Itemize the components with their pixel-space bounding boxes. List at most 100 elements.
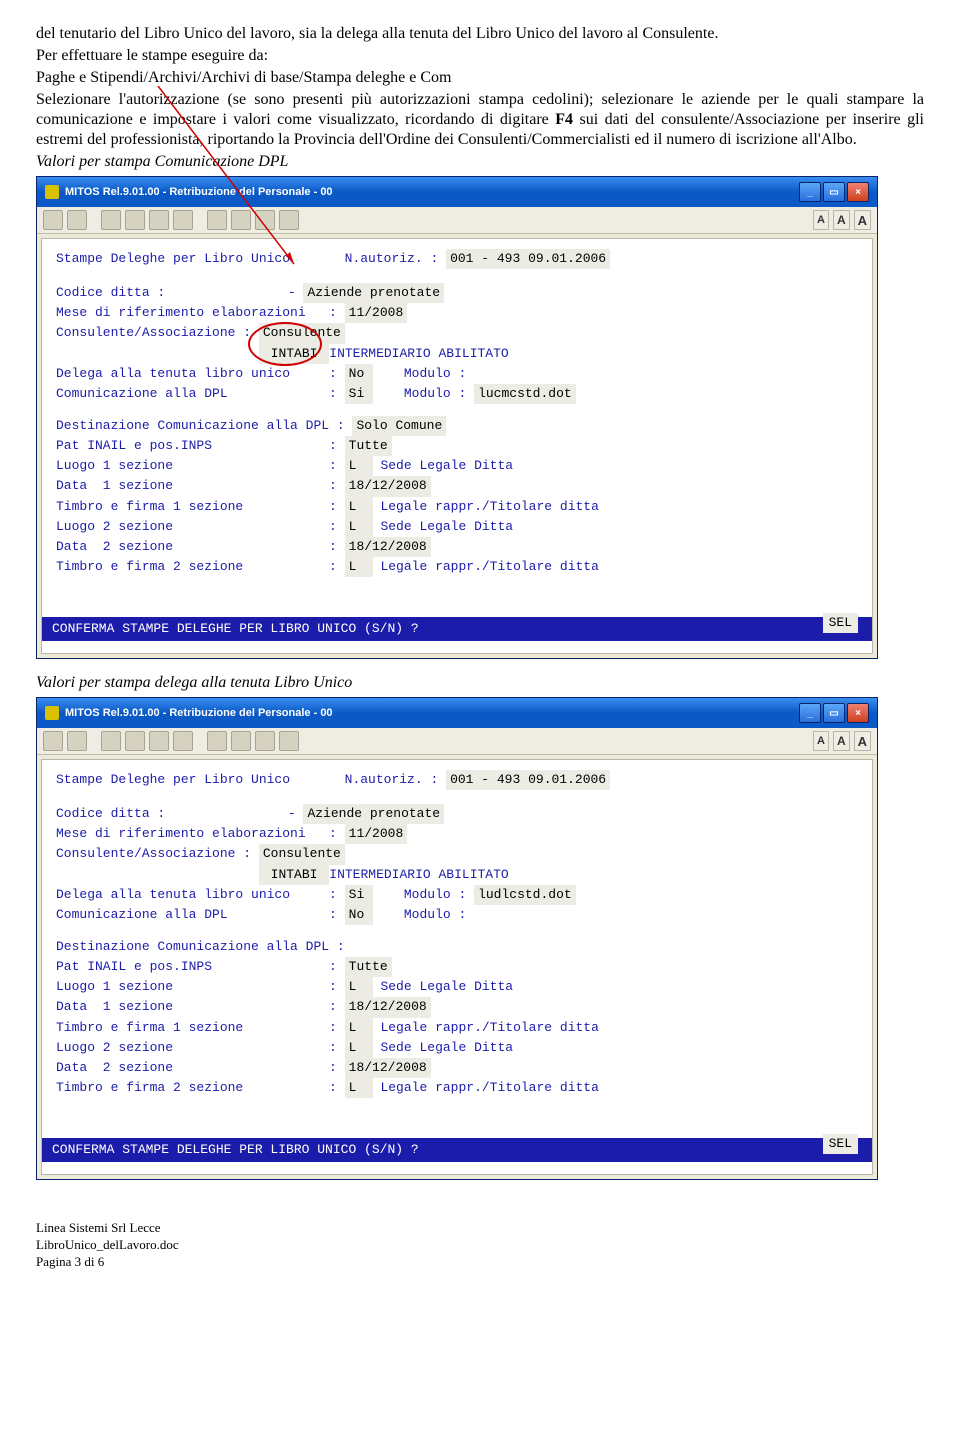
font-size-a[interactable]: A [833, 731, 850, 751]
autoriz-value[interactable]: 001 - 493 09.01.2006 [446, 770, 610, 790]
com-dpl-modulo[interactable]: lucmcstd.dot [474, 384, 576, 404]
toolbar-icon[interactable] [173, 210, 193, 230]
sel-indicator: SEL [823, 1134, 858, 1154]
pat-label: Pat INAIL e pos.INPS : [56, 438, 345, 453]
luogo2-row: Luogo 2 sezione : L Sede Legale Ditta [56, 517, 858, 537]
window-title: MITOS Rel.9.01.00 - Retribuzione del Per… [65, 186, 333, 198]
modulo-label: Modulo : [373, 907, 474, 922]
confirm-text: CONFERMA STAMPE DELEGHE PER LIBRO UNICO … [52, 621, 426, 636]
close-button[interactable]: × [847, 703, 869, 723]
font-size-a[interactable]: A [854, 731, 871, 751]
luogo1-value[interactable]: L [345, 977, 373, 997]
toolbar-icon[interactable] [231, 210, 251, 230]
mese-row: Mese di riferimento elaborazioni : 11/20… [56, 303, 858, 323]
font-size-a[interactable]: A [854, 210, 871, 230]
com-dpl-value[interactable]: No [345, 905, 373, 925]
toolbar-icon[interactable] [125, 210, 145, 230]
data1-value[interactable]: 18/12/2008 [345, 476, 431, 496]
data2-value[interactable]: 18/12/2008 [345, 537, 431, 557]
toolbar-icon[interactable] [101, 210, 121, 230]
app-icon [45, 185, 59, 199]
timbro2-value[interactable]: L [345, 1078, 373, 1098]
font-size-a[interactable]: A [833, 210, 850, 230]
data2-row: Data 2 sezione : 18/12/2008 [56, 1058, 858, 1078]
data1-value[interactable]: 18/12/2008 [345, 997, 431, 1017]
luogo2-suffix: Sede Legale Ditta [373, 1040, 513, 1055]
aziende-prenotate[interactable]: Aziende prenotate [303, 804, 444, 824]
app-icon [45, 706, 59, 720]
timbro1-value[interactable]: L [345, 497, 373, 517]
dest-label: Destinazione Comunicazione alla DPL : [56, 939, 352, 954]
com-dpl-label: Comunicazione alla DPL : [56, 907, 345, 922]
timbro2-value[interactable]: L [345, 557, 373, 577]
mese-value[interactable]: 11/2008 [345, 303, 408, 323]
luogo2-value[interactable]: L [345, 517, 373, 537]
maximize-button[interactable]: ▭ [823, 182, 845, 202]
toolbar-icon[interactable] [279, 210, 299, 230]
toolbar-icon[interactable] [101, 731, 121, 751]
font-size-a[interactable]: A [813, 731, 829, 751]
minimize-button[interactable]: _ [799, 182, 821, 202]
intabi-value[interactable]: INTABI [259, 344, 329, 364]
timbro1-value[interactable]: L [345, 1018, 373, 1038]
toolbar-icon[interactable] [207, 210, 227, 230]
title-bar[interactable]: MITOS Rel.9.01.00 - Retribuzione del Per… [37, 177, 877, 207]
autoriz-value[interactable]: 001 - 493 09.01.2006 [446, 249, 610, 269]
consulente-value[interactable]: Consulente [259, 323, 345, 343]
toolbar-icon[interactable] [231, 731, 251, 751]
delega-modulo[interactable]: ludlcstd.dot [474, 885, 576, 905]
delega-value[interactable]: No [345, 364, 373, 384]
window-buttons: _ ▭ × [799, 182, 869, 202]
toolbar: A A A [37, 728, 877, 755]
f4-key: F4 [555, 111, 573, 128]
font-size-a[interactable]: A [813, 210, 829, 230]
data2-label: Data 2 sezione : [56, 539, 345, 554]
toolbar-icon[interactable] [255, 210, 275, 230]
toolbar-icon[interactable] [255, 731, 275, 751]
toolbar-icon[interactable] [149, 210, 169, 230]
consulente-value[interactable]: Consulente [259, 844, 345, 864]
toolbar-icon[interactable] [279, 731, 299, 751]
pat-label: Pat INAIL e pos.INPS : [56, 959, 345, 974]
caption: Valori per stampa delega alla tenuta Lib… [36, 673, 924, 693]
data2-value[interactable]: 18/12/2008 [345, 1058, 431, 1078]
dest-value[interactable]: Solo Comune [352, 416, 446, 436]
toolbar-icon[interactable] [43, 731, 63, 751]
pat-value[interactable]: Tutte [345, 436, 392, 456]
minimize-button[interactable]: _ [799, 703, 821, 723]
luogo2-suffix: Sede Legale Ditta [373, 519, 513, 534]
confirm-prompt[interactable]: CONFERMA STAMPE DELEGHE PER LIBRO UNICO … [42, 617, 872, 641]
timbro2-label: Timbro e firma 2 sezione : [56, 559, 345, 574]
toolbar-icon[interactable] [207, 731, 227, 751]
toolbar-icon[interactable] [125, 731, 145, 751]
paragraph: Paghe e Stipendi/Archivi/Archivi di base… [36, 68, 924, 88]
caption: Valori per stampa Comunicazione DPL [36, 152, 924, 172]
timbro1-suffix: Legale rappr./Titolare ditta [373, 499, 599, 514]
toolbar-icon[interactable] [173, 731, 193, 751]
luogo2-value[interactable]: L [345, 1038, 373, 1058]
luogo1-value[interactable]: L [345, 456, 373, 476]
delega-label: Delega alla tenuta libro unico : [56, 366, 345, 381]
intabi-spacer [56, 346, 259, 361]
toolbar-icon[interactable] [67, 731, 87, 751]
close-button[interactable]: × [847, 182, 869, 202]
toolbar-icon[interactable] [149, 731, 169, 751]
luogo1-suffix: Sede Legale Ditta [373, 458, 513, 473]
mese-value[interactable]: 11/2008 [345, 824, 408, 844]
data2-row: Data 2 sezione : 18/12/2008 [56, 537, 858, 557]
com-dpl-value[interactable]: Si [345, 384, 373, 404]
maximize-button[interactable]: ▭ [823, 703, 845, 723]
app-window-2: MITOS Rel.9.01.00 - Retribuzione del Per… [36, 697, 878, 1180]
aziende-prenotate[interactable]: Aziende prenotate [303, 283, 444, 303]
title-bar[interactable]: MITOS Rel.9.01.00 - Retribuzione del Per… [37, 698, 877, 728]
toolbar-icon[interactable] [43, 210, 63, 230]
dest-row: Destinazione Comunicazione alla DPL : [56, 937, 858, 957]
intabi-row: INTABI INTERMEDIARIO ABILITATO [56, 865, 858, 885]
data2-label: Data 2 sezione : [56, 1060, 345, 1075]
intabi-suffix: INTERMEDIARIO ABILITATO [329, 867, 508, 882]
intabi-value[interactable]: INTABI [259, 865, 329, 885]
confirm-prompt[interactable]: CONFERMA STAMPE DELEGHE PER LIBRO UNICO … [42, 1138, 872, 1162]
pat-value[interactable]: Tutte [345, 957, 392, 977]
delega-value[interactable]: Si [345, 885, 373, 905]
toolbar-icon[interactable] [67, 210, 87, 230]
